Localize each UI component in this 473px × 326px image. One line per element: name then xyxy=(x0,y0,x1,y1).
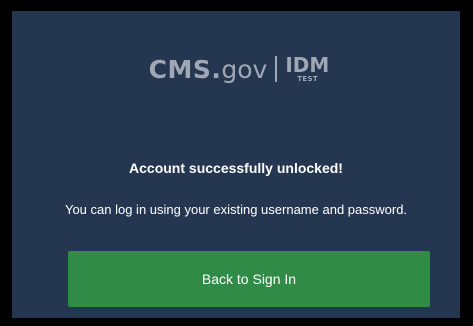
logo-wordmark: CMS. gov IDM TEST xyxy=(148,47,330,91)
cms-idm-logo: CMS. gov IDM TEST xyxy=(12,47,460,91)
logo-idm-text: IDM xyxy=(285,53,330,77)
logo-divider xyxy=(275,56,278,82)
logo-gov-text: gov xyxy=(221,54,268,84)
window-frame: CMS. gov IDM TEST Account successfully u… xyxy=(0,0,473,326)
logo-idm-mark: IDM TEST xyxy=(285,53,329,85)
success-heading: Account successfully unlocked! xyxy=(129,160,343,176)
success-message: You can log in using your existing usern… xyxy=(64,202,408,217)
back-to-sign-in-button[interactable]: Back to Sign In xyxy=(68,251,430,307)
unlock-confirmation-panel: CMS. gov IDM TEST Account successfully u… xyxy=(12,11,460,318)
logo-environment-label: TEST xyxy=(297,75,318,83)
logo-cms-text: CMS. xyxy=(148,54,222,84)
